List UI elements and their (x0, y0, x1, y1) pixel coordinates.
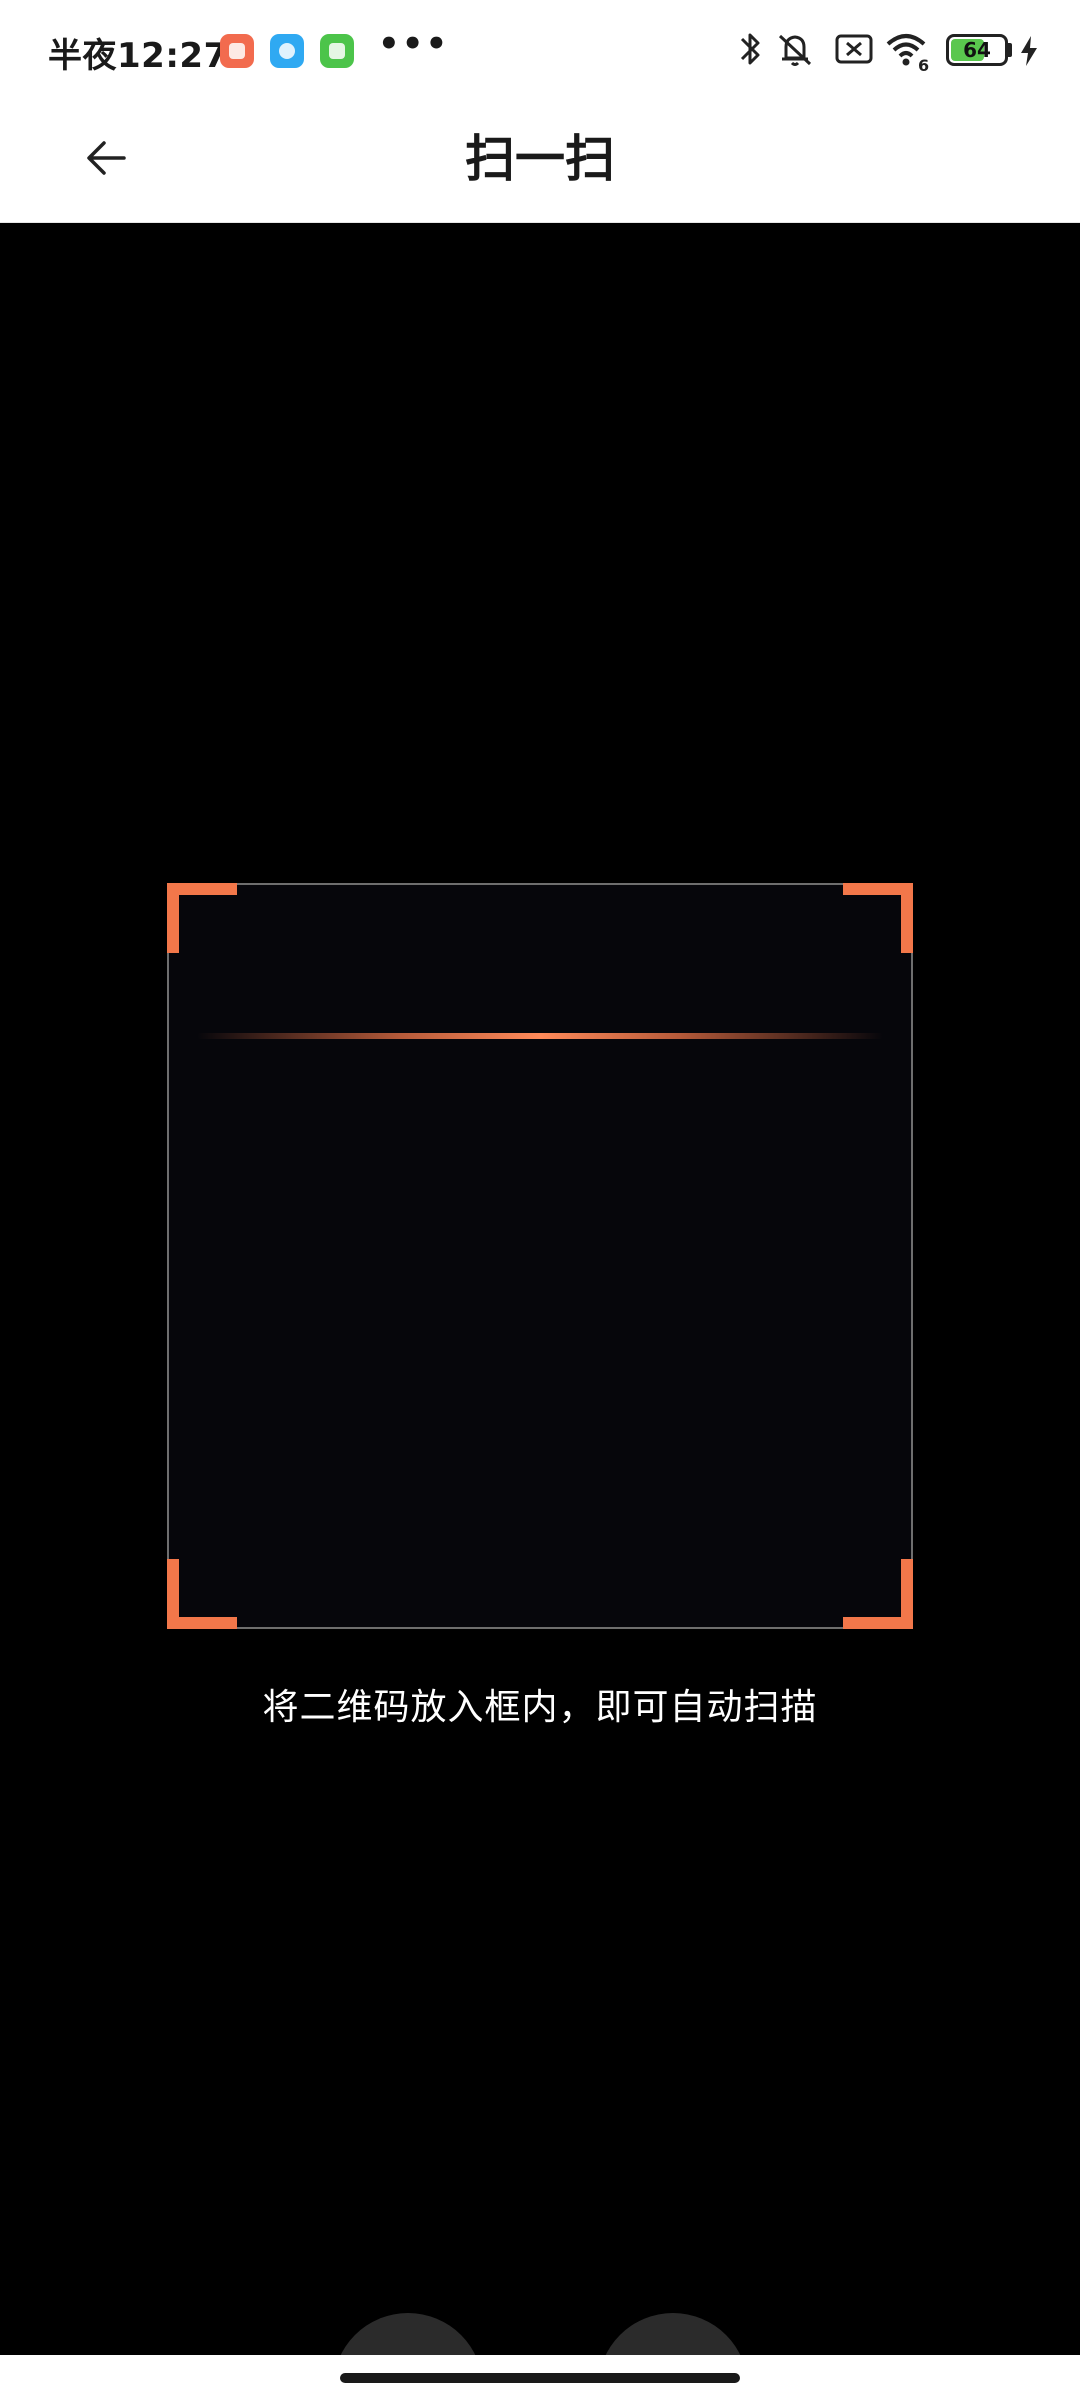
battery-cap (1008, 43, 1012, 57)
app-red-icon (220, 34, 254, 68)
camera-viewfinder: 将二维码放入框内，即可自动扫描 (0, 223, 1080, 2400)
scan-corner-bottom-left (167, 1559, 237, 1629)
charging-icon (1021, 36, 1037, 66)
bluetooth-icon (740, 33, 760, 65)
app-blue-icon (270, 34, 304, 68)
scan-page: 半夜12:27 ••• 6 64 扫一扫 将二维码放入框内，即可自动扫描 (0, 0, 1080, 2400)
battery-level: 64 (963, 38, 991, 62)
app-green-icon (320, 34, 354, 68)
scan-corner-bottom-right (843, 1559, 913, 1629)
battery-icon: 64 (946, 34, 1008, 66)
scan-hint: 将二维码放入框内，即可自动扫描 (262, 1687, 818, 1728)
page-title: 扫一扫 (465, 130, 615, 188)
sim-off-icon (835, 34, 873, 64)
header: 扫一扫 (0, 96, 1080, 223)
scan-frame (167, 883, 913, 1629)
more-notifications-icon: ••• (378, 24, 450, 64)
status-time: 半夜12:27 (48, 36, 228, 76)
scan-corner-top-left (167, 883, 237, 953)
scan-line (197, 1033, 883, 1039)
mute-icon (778, 34, 812, 66)
status-bar: 半夜12:27 ••• 6 64 (0, 0, 1080, 96)
wifi-badge: 6 (918, 56, 930, 75)
home-indicator[interactable] (340, 2373, 740, 2383)
scan-corner-top-right (843, 883, 913, 953)
